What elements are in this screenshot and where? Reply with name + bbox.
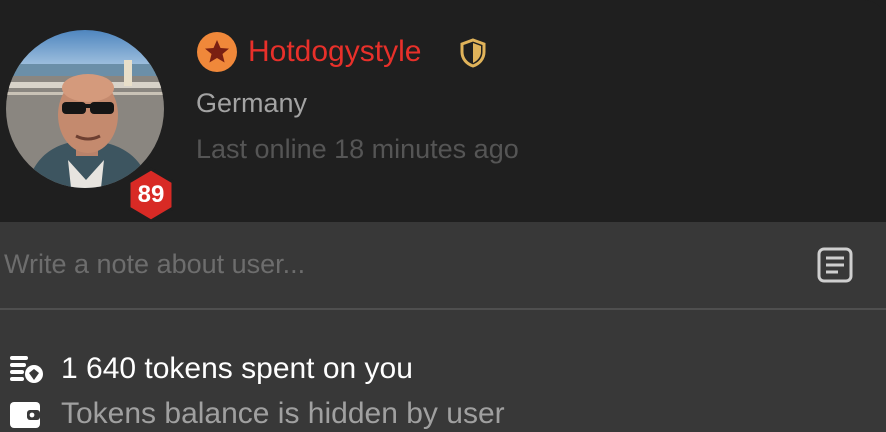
tokens-balance-row: Tokens balance is hidden by user (0, 394, 886, 432)
token-stats: 1 640 tokens spent on you Tokens balance… (0, 310, 886, 432)
tokens-balance-text: Tokens balance is hidden by user (61, 397, 505, 430)
tokens-spent-row: 1 640 tokens spent on you (0, 349, 886, 389)
coins-icon (10, 356, 43, 383)
tokens-spent-text: 1 640 tokens spent on you (61, 352, 413, 385)
note-icon[interactable] (816, 246, 854, 284)
user-profile-card: 89 Hotdogystyle Germany Last online 18 m… (0, 0, 886, 432)
note-row (0, 222, 886, 310)
user-country: Germany (196, 88, 308, 118)
avatar[interactable] (6, 30, 164, 188)
avatar-container[interactable]: 89 (6, 30, 175, 223)
wallet-icon (10, 402, 40, 428)
profile-header: 89 Hotdogystyle Germany Last online 18 m… (0, 0, 886, 223)
last-online-status: Last online 18 minutes ago (196, 134, 519, 164)
level-number: 89 (137, 181, 165, 208)
username[interactable]: Hotdogystyle (248, 32, 421, 72)
note-input[interactable] (4, 244, 784, 284)
star-icon (197, 32, 237, 72)
shield-icon (460, 38, 486, 68)
level-badge: 89 (125, 167, 177, 223)
